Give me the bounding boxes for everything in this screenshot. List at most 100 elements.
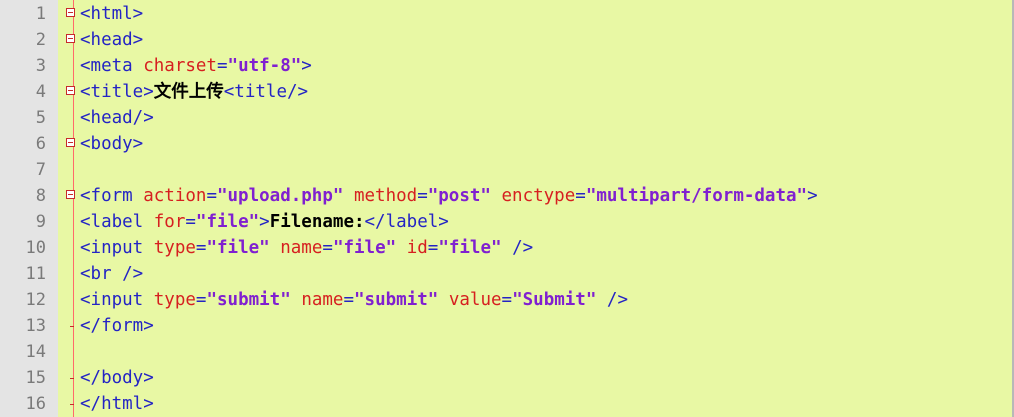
code-line[interactable]: 8 <form action="upload.php" method="post"… (0, 183, 1014, 209)
code-line[interactable]: 9 <label for="file">Filename:</label> (0, 209, 1014, 235)
token-attr: enctype (501, 186, 576, 206)
token-attr: charset (143, 56, 217, 76)
fold-collapse-icon[interactable] (66, 138, 75, 147)
code-text[interactable]: <head> (80, 27, 143, 53)
code-text[interactable]: </body> (80, 365, 154, 391)
code-text[interactable]: <title>文件上传<title/> (80, 79, 308, 105)
code-text[interactable]: <html> (80, 1, 143, 27)
code-line[interactable]: 10 <input type="file" name="file" id="fil… (0, 235, 1014, 261)
token-tag (396, 238, 407, 258)
line-number: 2 (35, 30, 46, 50)
token-str: "file" (332, 238, 397, 258)
token-str: "multipart/form-data" (585, 186, 808, 206)
token-tag: <form (80, 186, 144, 206)
token-op: = (322, 238, 333, 258)
token-tag (343, 186, 354, 206)
token-tag: > (259, 212, 270, 232)
token-tag: <input (80, 290, 154, 310)
token-attr: name (280, 238, 323, 258)
token-attr: name (301, 290, 344, 310)
line-number: 8 (35, 186, 46, 206)
token-tag: <meta (80, 56, 144, 76)
code-text[interactable]: <input type="submit" name="submit" value… (80, 287, 628, 313)
token-attr: type (153, 290, 196, 310)
code-line[interactable]: 11 <br /> (0, 261, 1014, 287)
token-txt: Filename: (269, 212, 365, 232)
line-number: 7 (35, 160, 46, 180)
code-text[interactable]: <body> (80, 131, 143, 157)
token-str: "submit" (206, 290, 291, 310)
token-op: = (417, 186, 428, 206)
fold-collapse-icon[interactable] (66, 190, 75, 199)
fold-collapse-icon[interactable] (66, 8, 75, 17)
token-tag: /> (596, 290, 628, 310)
token-str: "post" (427, 186, 491, 206)
token-tag (491, 186, 502, 206)
token-tag (438, 290, 449, 310)
code-line[interactable]: 13 </form> (0, 313, 1014, 339)
token-attr: type (153, 238, 196, 258)
code-line[interactable]: 3 <meta charset="utf-8"> (0, 53, 1014, 79)
line-number: 13 (25, 316, 46, 336)
token-tag: <title/> (223, 82, 309, 102)
fold-collapse-icon[interactable] (66, 86, 75, 95)
token-tag: <html> (80, 4, 144, 24)
token-str: "file" (438, 238, 502, 258)
line-number: 16 (25, 394, 46, 414)
token-tag: <head> (80, 30, 144, 50)
line-number: 6 (35, 134, 46, 154)
token-str: "file" (206, 238, 270, 258)
token-tag: <label (80, 212, 154, 232)
token-tag: > (807, 186, 818, 206)
token-tag: /> (501, 238, 534, 258)
token-op: = (575, 186, 586, 206)
token-cn: 文件上传 (153, 82, 224, 102)
code-line[interactable]: 14 (0, 339, 1014, 365)
fold-collapse-icon[interactable] (66, 34, 75, 43)
code-text[interactable]: <br /> (80, 261, 143, 287)
token-op: = (206, 186, 217, 206)
token-str: "upload.php" (216, 186, 344, 206)
line-number: 11 (25, 264, 46, 284)
token-op: = (185, 212, 196, 232)
code-line[interactable]: 2 <head> (0, 27, 1014, 53)
token-str: "utf-8" (227, 56, 302, 76)
code-line[interactable]: 5 <head/> (0, 105, 1014, 131)
token-tag (270, 238, 281, 258)
code-text[interactable]: <meta charset="utf-8"> (80, 53, 312, 79)
code-text[interactable]: </html> (80, 391, 154, 417)
token-tag: <br /> (80, 264, 144, 284)
code-line[interactable]: 4 <title>文件上传<title/> (0, 79, 1014, 105)
code-line[interactable]: 12 <input type="submit" name="submit" val… (0, 287, 1014, 313)
fold-end-marker (70, 391, 74, 405)
code-text[interactable]: <form action="upload.php" method="post" … (80, 183, 818, 209)
token-str: "file" (195, 212, 260, 232)
code-line[interactable]: 15 </body> (0, 365, 1014, 391)
code-text[interactable]: <head/> (80, 105, 154, 131)
code-editor[interactable]: 1 <html> 2 <head> 3 <meta charset="utf-8"> 4 <t… (0, 0, 1014, 417)
token-tag (291, 290, 302, 310)
token-tag: > (301, 56, 312, 76)
code-text[interactable]: </form> (80, 313, 154, 339)
code-line[interactable]: 1 <html> (0, 1, 1014, 27)
line-number: 5 (35, 108, 46, 128)
token-str: "Submit" (512, 290, 597, 310)
token-attr: method (353, 186, 418, 206)
code-text[interactable]: <input type="file" name="file" id="file"… (80, 235, 533, 261)
code-line[interactable]: 6 <body> (0, 131, 1014, 157)
line-number: 1 (35, 4, 46, 24)
token-tag: </label> (364, 212, 449, 232)
token-tag: </form> (80, 316, 154, 336)
code-text[interactable]: <label for="file">Filename:</label> (80, 209, 449, 235)
token-attr: action (143, 186, 207, 206)
code-line[interactable]: 7 (0, 157, 1014, 183)
token-op: = (501, 290, 513, 310)
fold-end-marker (70, 365, 74, 379)
code-line[interactable]: 16 </html> (0, 391, 1014, 417)
token-str: "submit" (354, 290, 439, 310)
line-number: 9 (35, 212, 46, 232)
fold-end-marker (70, 313, 74, 327)
token-tag: <title> (80, 82, 154, 102)
token-op: = (216, 56, 228, 76)
token-tag: </body> (80, 368, 154, 388)
